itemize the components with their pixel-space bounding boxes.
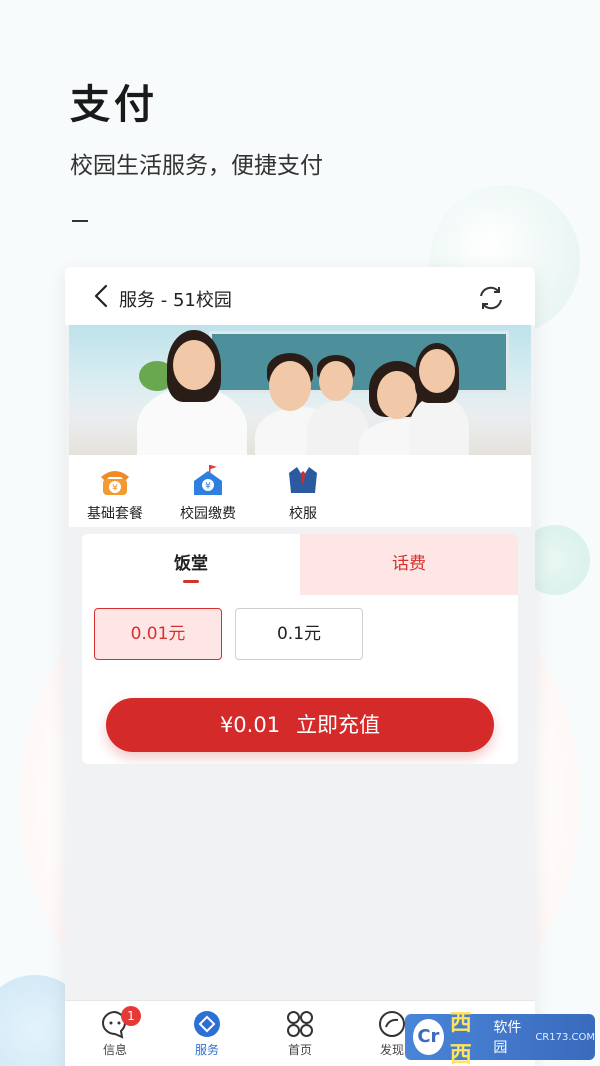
amount-option[interactable]: 0.1元 <box>235 608 363 660</box>
tab-canteen[interactable]: 饭堂 <box>82 534 300 595</box>
student-face <box>269 361 311 411</box>
refresh-icon[interactable] <box>477 284 505 312</box>
shortcut-school-fee[interactable]: ¥ 校园缴费 <box>168 463 248 523</box>
grid-icon <box>287 1011 313 1037</box>
phone-screen: 服务 - 51校园 ¥ 基础套餐 ¥ 校园缴费 校服 饭堂 话费 0.01元 0… <box>65 267 535 1066</box>
watermark-url: CR173.COM <box>535 1031 595 1043</box>
amount-option-selected[interactable]: 0.01元 <box>94 608 222 660</box>
tab-phone-fee[interactable]: 话费 <box>300 534 518 595</box>
hero-subtitle: 校园生活服务，便捷支付 <box>70 153 323 179</box>
svg-text:¥: ¥ <box>205 482 211 492</box>
student-face <box>419 349 455 393</box>
teacher-face <box>173 340 215 390</box>
shortcut-row: ¥ 基础套餐 ¥ 校园缴费 校服 <box>69 455 531 527</box>
student-face <box>377 371 417 419</box>
tabbar-label: 信息 <box>102 1043 127 1057</box>
student-figure <box>409 395 469 455</box>
navigation-bar: 服务 - 51校园 <box>65 267 535 325</box>
discover-icon <box>379 1011 405 1037</box>
shortcut-label: 基础套餐 <box>87 506 143 522</box>
watermark-logo: Cr <box>413 1019 444 1055</box>
banner-image[interactable] <box>69 325 531 455</box>
tabbar-item-messages[interactable]: 1 信息 <box>85 1006 145 1058</box>
phone-yuan-icon: ¥ <box>101 471 129 495</box>
tabbar-label: 服务 <box>194 1043 219 1057</box>
hero-title: 支付 <box>70 82 158 128</box>
recharge-panel: 饭堂 话费 0.01元 0.1元 ¥0.01 立即充值 <box>82 534 518 764</box>
unread-badge: 1 <box>121 1006 141 1026</box>
shortcut-label: 校园缴费 <box>180 506 236 522</box>
tabbar-label: 首页 <box>287 1043 312 1057</box>
watermark-name: 西西 <box>449 1011 472 1066</box>
svg-text:¥: ¥ <box>112 484 118 494</box>
recharge-amount: ¥0.01 <box>219 713 281 737</box>
shortcut-label: 校服 <box>289 506 317 522</box>
service-icon <box>194 1011 220 1037</box>
recharge-button[interactable]: ¥0.01 立即充值 <box>106 698 494 752</box>
tabbar-item-home[interactable]: 首页 <box>270 1009 330 1058</box>
page-title: 服务 - 51校园 <box>119 290 232 311</box>
site-watermark: Cr 西西 软件园 CR173.COM <box>405 1011 595 1066</box>
student-face <box>319 361 353 401</box>
shortcut-uniform[interactable]: 校服 <box>263 463 343 523</box>
chevron-left-icon[interactable] <box>91 283 113 309</box>
active-tab-indicator <box>183 580 199 583</box>
hero-divider <box>72 220 88 222</box>
shortcut-basic-plan[interactable]: ¥ 基础套餐 <box>75 463 155 523</box>
uniform-icon <box>289 467 317 493</box>
classroom-board <box>209 331 509 393</box>
tabbar-item-services[interactable]: 服务 <box>177 1009 237 1058</box>
school-yuan-icon: ¥ <box>194 465 222 495</box>
recharge-label: 立即充值 <box>296 713 381 737</box>
watermark-site: 软件园 <box>493 1020 522 1056</box>
